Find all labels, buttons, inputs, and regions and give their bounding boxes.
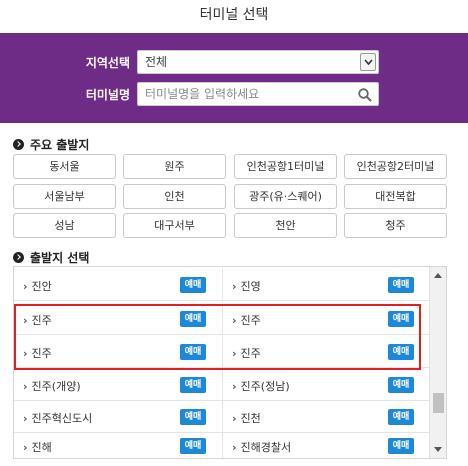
list-scrollbar[interactable] bbox=[429, 267, 446, 458]
terminal-name: 진천 bbox=[232, 410, 261, 426]
major-terminal-button[interactable]: 대구서부 bbox=[123, 213, 226, 238]
scroll-up-icon[interactable] bbox=[434, 273, 442, 278]
terminal-row: 터미널명 터미널명을 입력하세요 bbox=[0, 82, 468, 108]
terminal-name: 진주혁신도시 bbox=[23, 410, 93, 426]
bullet-icon bbox=[13, 139, 24, 150]
list-item[interactable]: 진주혁신도시 예매 bbox=[14, 401, 221, 433]
major-section-title: 주요 출발지 bbox=[13, 136, 89, 153]
table-row: 진해 예매 진해경찰서 예매 bbox=[14, 430, 430, 458]
terminal-label: 터미널명 bbox=[85, 88, 130, 102]
major-terminal-button[interactable]: 청주 bbox=[344, 213, 447, 238]
book-button[interactable]: 예매 bbox=[388, 409, 414, 425]
book-button[interactable]: 예매 bbox=[180, 277, 206, 293]
major-terminal-button[interactable]: 인천 bbox=[123, 184, 226, 209]
book-button[interactable]: 예매 bbox=[388, 277, 414, 293]
scroll-down-icon[interactable] bbox=[434, 447, 442, 452]
book-button[interactable]: 예매 bbox=[180, 377, 206, 393]
list-item[interactable]: 진영 예매 bbox=[222, 269, 429, 301]
book-button[interactable]: 예매 bbox=[388, 438, 414, 454]
major-section-title-text: 주요 출발지 bbox=[30, 138, 90, 152]
major-terminal-button[interactable]: 인천공항1터미널 bbox=[234, 154, 337, 179]
terminal-name: 진안 bbox=[23, 278, 52, 294]
terminal-name: 진해 bbox=[23, 439, 52, 455]
page-title: 터미널 선택 bbox=[199, 7, 269, 23]
table-row: 진주(개양) 예매 진주(정남) 예매 bbox=[14, 369, 430, 401]
major-terminal-button[interactable]: 천안 bbox=[234, 213, 337, 238]
major-terminal-button[interactable]: 동서울 bbox=[13, 154, 116, 179]
highlight-box bbox=[14, 304, 421, 370]
major-terminal-button[interactable]: 광주(유·스퀘어) bbox=[234, 184, 337, 209]
region-select-value: 전체 bbox=[145, 55, 168, 69]
terminal-name: 진주(정남) bbox=[232, 378, 290, 394]
terminal-name: 진영 bbox=[232, 278, 261, 294]
scroll-thumb[interactable] bbox=[433, 393, 444, 413]
chevron-down-icon[interactable] bbox=[360, 53, 376, 71]
book-button[interactable]: 예매 bbox=[388, 377, 414, 393]
list-item[interactable]: 진해경찰서 예매 bbox=[222, 430, 429, 458]
list-item[interactable]: 진천 예매 bbox=[222, 401, 429, 433]
bullet-icon bbox=[13, 252, 24, 263]
search-icon[interactable] bbox=[358, 87, 372, 109]
major-terminal-button[interactable]: 대전복합 bbox=[344, 184, 447, 209]
table-row: 진안 예매 진영 예매 bbox=[14, 269, 430, 301]
search-panel: 지역선택 전체 터미널명 터미널명을 입력하세요 bbox=[0, 33, 468, 123]
major-terminal-button[interactable]: 원주 bbox=[123, 154, 226, 179]
major-terminal-button[interactable]: 인천공항2터미널 bbox=[344, 154, 447, 179]
book-button[interactable]: 예매 bbox=[180, 438, 206, 454]
major-terminal-button[interactable]: 서울남부 bbox=[13, 184, 116, 209]
depart-section-title-text: 출발지 선택 bbox=[30, 251, 90, 265]
list-item[interactable]: 진주(정남) 예매 bbox=[222, 369, 429, 401]
terminal-name: 진주(개양) bbox=[23, 378, 81, 394]
terminal-search-placeholder: 터미널명을 입력하세요 bbox=[145, 87, 260, 101]
terminal-name: 진해경찰서 bbox=[232, 439, 292, 455]
major-terminal-button[interactable]: 성남 bbox=[13, 213, 116, 238]
table-row: 진주혁신도시 예매 진천 예매 bbox=[14, 401, 430, 433]
list-item[interactable]: 진안 예매 bbox=[14, 269, 221, 301]
depart-section-title: 출발지 선택 bbox=[13, 249, 89, 266]
region-row: 지역선택 전체 bbox=[0, 50, 468, 76]
list-item[interactable]: 진해 예매 bbox=[14, 430, 221, 458]
terminal-search-input[interactable]: 터미널명을 입력하세요 bbox=[137, 82, 379, 106]
list-item[interactable]: 진주(개양) 예매 bbox=[14, 369, 221, 401]
region-select[interactable]: 전체 bbox=[137, 50, 379, 74]
region-label: 지역선택 bbox=[85, 56, 130, 70]
book-button[interactable]: 예매 bbox=[180, 409, 206, 425]
